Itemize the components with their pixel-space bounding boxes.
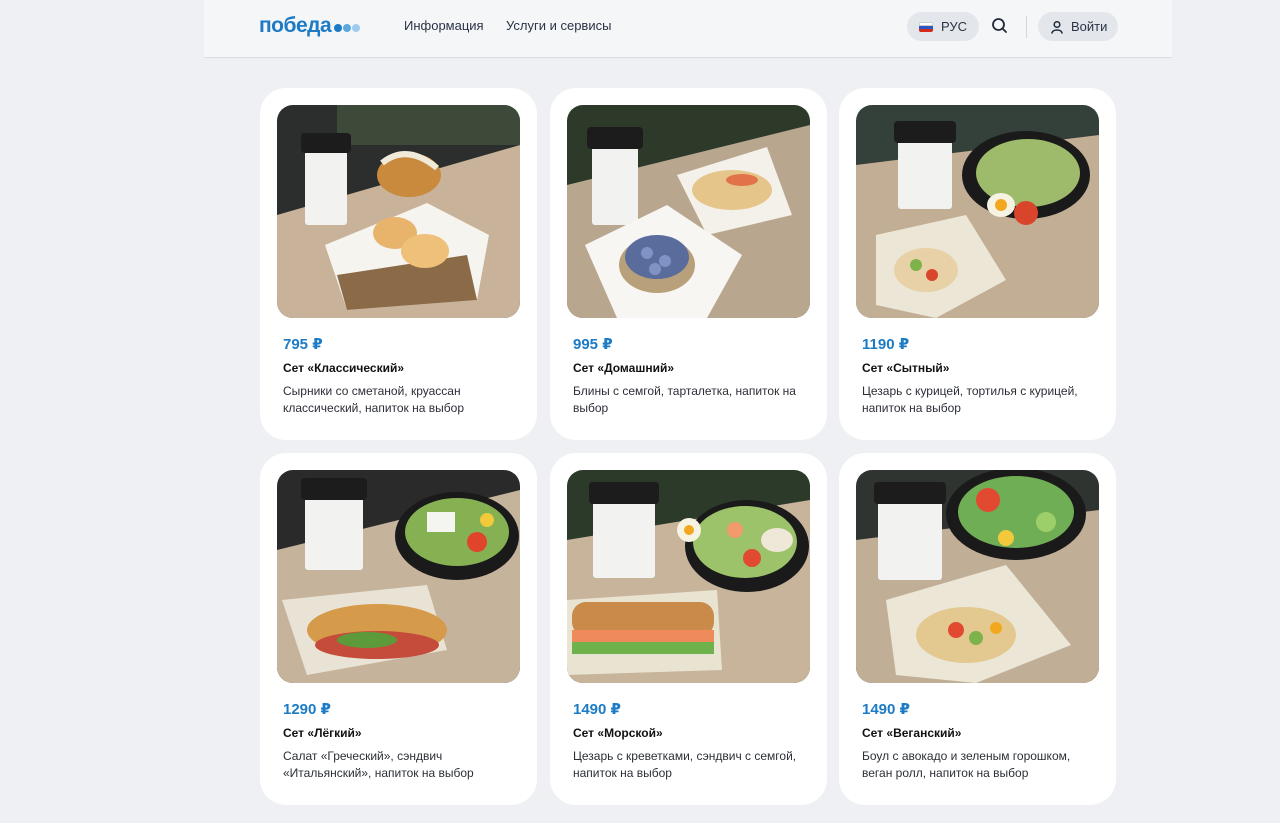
set-name: Сет «Веганский» (862, 726, 962, 740)
login-button[interactable]: Войти (1038, 12, 1119, 41)
nav-services[interactable]: Услуги и сервисы (506, 18, 611, 33)
login-label: Войти (1071, 19, 1108, 34)
food-set-card[interactable]: 1290 ₽ Сет «Лёгкий» Салат «Греческий», с… (260, 453, 537, 805)
price: 1190 ₽ (862, 336, 910, 353)
header-divider (1026, 16, 1027, 38)
site-header: победа Информация Услуги и сервисы РУС В… (204, 0, 1172, 58)
search-icon (992, 18, 1007, 33)
logo-dots-icon (334, 24, 361, 32)
food-set-photo (856, 105, 1099, 318)
pobeda-logo[interactable]: победа (259, 14, 361, 38)
language-label: РУС (941, 19, 968, 34)
set-name: Сет «Лёгкий» (283, 726, 362, 740)
user-icon (1051, 20, 1063, 34)
logo-text: победа (259, 14, 332, 37)
set-description: Салат «Греческий», сэндвич «Итальянский»… (283, 749, 474, 780)
set-description: Цезарь с креветками, сэндвич с семгой, н… (573, 749, 797, 780)
nav-information[interactable]: Информация (404, 18, 484, 33)
food-set-card[interactable]: 995 ₽ Сет «Домашний» Блины с семгой, тар… (550, 88, 827, 440)
russia-flag-icon (919, 21, 933, 32)
search-button[interactable] (990, 16, 1010, 36)
price: 995 ₽ (573, 336, 613, 353)
set-name: Сет «Сытный» (862, 361, 950, 375)
food-set-photo (567, 470, 810, 683)
set-description: Сырники со сметаной, круассан классическ… (283, 384, 464, 415)
set-name: Сет «Классический» (283, 361, 405, 375)
food-set-photo (277, 470, 520, 683)
food-set-card[interactable]: 1490 ₽ Сет «Морской» Цезарь с креветками… (550, 453, 827, 805)
set-description: Блины с семгой, тарталетка, напиток на в… (573, 384, 796, 415)
price: 1490 ₽ (573, 701, 621, 718)
food-set-photo (277, 105, 520, 318)
set-name: Сет «Домашний» (573, 361, 675, 375)
food-set-photo (856, 470, 1099, 683)
food-set-card[interactable]: 1490 ₽ Сет «Веганский» Боул с авокадо и … (839, 453, 1116, 805)
price: 795 ₽ (283, 336, 323, 353)
price: 1490 ₽ (862, 701, 910, 718)
food-set-card[interactable]: 1190 ₽ Сет «Сытный» Цезарь с курицей, то… (839, 88, 1116, 440)
set-description: Боул с авокадо и зеленым горошком, веган… (862, 749, 1071, 780)
price: 1290 ₽ (283, 701, 331, 718)
food-set-card[interactable]: 795 ₽ Сет «Классический» Сырники со смет… (260, 88, 537, 440)
set-description: Цезарь с курицей, тортилья с курицей, на… (862, 384, 1078, 415)
set-name: Сет «Морской» (573, 726, 663, 740)
language-switcher[interactable]: РУС (907, 12, 980, 41)
food-set-photo (567, 105, 810, 318)
